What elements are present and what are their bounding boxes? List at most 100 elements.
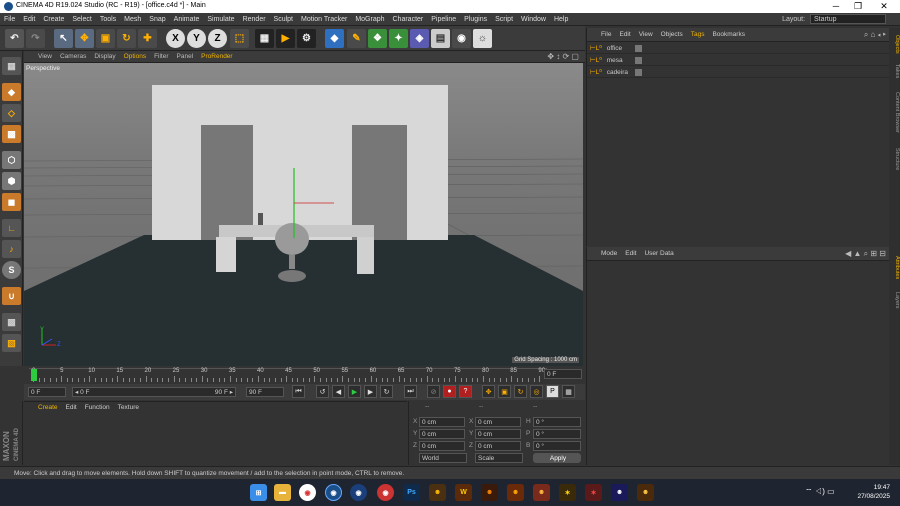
object-menu-bookmarks[interactable]: Bookmarks	[708, 28, 749, 42]
perspective-viewport[interactable]: Y Z Perspective Grid Spacing : 1000 cm	[24, 63, 583, 366]
object-row-office[interactable]: ⊢L⁰ office	[587, 43, 890, 54]
game-icon-1[interactable]: ☻	[429, 484, 446, 501]
recent-tools-icon[interactable]: ✚	[138, 29, 157, 48]
viewport-menu-view[interactable]: View	[34, 51, 56, 63]
layout-dropdown[interactable]: Startup	[810, 14, 886, 24]
start-frame-field[interactable]: 0 F	[28, 387, 66, 397]
tab-structure[interactable]: Structure	[889, 142, 900, 176]
subdivision-surface-icon[interactable]: ❖	[368, 29, 387, 48]
keyframe-selection-icon[interactable]: ?	[459, 385, 472, 398]
position-key-icon[interactable]: ✥	[482, 385, 495, 398]
game-icon-6[interactable]: ✶	[559, 484, 576, 501]
visibility-toggle-icon[interactable]	[635, 69, 642, 76]
workplane-mode-icon[interactable]: ▩	[2, 125, 21, 143]
menu-create[interactable]: Create	[39, 13, 68, 26]
object-row-cadeira[interactable]: ⊢L⁰ cadeira	[587, 67, 890, 78]
render-view-icon[interactable]: ▦	[255, 29, 274, 48]
viewport-menu-display[interactable]: Display	[90, 51, 119, 63]
attribute-menu-user-data[interactable]: User Data	[640, 247, 677, 261]
file-explorer-icon[interactable]: ▬	[274, 484, 291, 501]
size-mode-dropdown[interactable]: Scale	[475, 453, 523, 463]
game-icon-9[interactable]: ☻	[637, 484, 654, 501]
menu-help[interactable]: Help	[550, 13, 572, 26]
material-menu-create[interactable]: Create	[34, 402, 62, 414]
tab-content-browser[interactable]: Content Browser	[889, 84, 900, 140]
tab-objects[interactable]: Objects	[889, 30, 900, 58]
pla-key-icon[interactable]: P	[546, 385, 559, 398]
deformer-icon[interactable]: ◈	[410, 29, 429, 48]
points-mode-icon[interactable]: ⬡	[2, 151, 21, 169]
menu-select[interactable]: Select	[68, 13, 95, 26]
game-icon-7[interactable]: ✶	[585, 484, 602, 501]
tab-layers[interactable]: Layers	[889, 288, 900, 312]
tab-takes[interactable]: Takes	[889, 60, 900, 82]
close-button[interactable]: ✕	[870, 1, 898, 12]
viewport-menu-panel[interactable]: Panel	[173, 51, 198, 63]
rotation-key-icon[interactable]: ↻	[514, 385, 527, 398]
game-icon-5[interactable]: ☻	[533, 484, 550, 501]
edit-render-settings-icon[interactable]: ⚙	[297, 29, 316, 48]
rotate-tool-icon[interactable]: ↻	[117, 29, 136, 48]
menu-edit[interactable]: Edit	[19, 13, 39, 26]
move-tool-icon[interactable]: ✥	[75, 29, 94, 48]
coordinate-system-icon[interactable]: ⬚	[230, 29, 249, 48]
material-menu-texture[interactable]: Texture	[114, 402, 143, 414]
visibility-toggle-icon[interactable]	[635, 45, 642, 52]
menu-pipeline[interactable]: Pipeline	[427, 13, 460, 26]
cloner-icon[interactable]: ✦	[389, 29, 408, 48]
menu-file[interactable]: File	[0, 13, 19, 26]
magnet-icon[interactable]: ∪	[2, 287, 21, 305]
timeline-playhead[interactable]	[31, 369, 37, 381]
goto-start-icon[interactable]: ⏮	[292, 385, 305, 398]
tweak-mode-icon[interactable]: ♪	[2, 240, 21, 258]
frame-range-slider[interactable]: ◂ 0 F 90 F ▸	[72, 387, 236, 397]
photoshop-icon[interactable]: Ps	[403, 484, 420, 501]
tab-attributes[interactable]: Attributes	[889, 250, 900, 286]
current-frame-field[interactable]: 0 F	[544, 369, 582, 379]
size-x-field[interactable]: 0 cm	[475, 417, 521, 427]
object-menu-tags[interactable]: Tags	[687, 28, 709, 42]
viewport-menu-prorender[interactable]: ProRender	[197, 51, 236, 63]
menu-animate[interactable]: Animate	[170, 13, 204, 26]
viewport-menu-cameras[interactable]: Cameras	[56, 51, 90, 63]
pos-y-field[interactable]: 0 cm	[419, 429, 465, 439]
cinema4d-taskbar-icon[interactable]: ◉	[325, 484, 342, 501]
size-y-field[interactable]: 0 cm	[475, 429, 521, 439]
live-selection-icon[interactable]: ↖	[54, 29, 73, 48]
next-frame-icon[interactable]: ▶	[364, 385, 377, 398]
rot-p-field[interactable]: 0 °	[533, 429, 581, 439]
record-keys-icon[interactable]: ⊘	[427, 385, 440, 398]
pen-spline-icon[interactable]: ✎	[347, 29, 366, 48]
game-icon-4[interactable]: ☻	[507, 484, 524, 501]
menu-snap[interactable]: Snap	[145, 13, 169, 26]
viewport-nav-icons[interactable]: ✥ ↕ ⟳ ▢	[547, 52, 579, 61]
menu-plugins[interactable]: Plugins	[460, 13, 491, 26]
attribute-menu-edit[interactable]: Edit	[621, 247, 640, 261]
coord-system-dropdown[interactable]: World	[419, 453, 467, 463]
goto-end-icon[interactable]: ⏭	[404, 385, 417, 398]
attribute-nav-icons[interactable]: ◀ ▲ ⌕ ⊞ ⊟	[845, 249, 886, 259]
pos-x-field[interactable]: 0 cm	[419, 417, 465, 427]
timeline-ruler[interactable]: 051015202530354045505560657075808590 0 F	[24, 366, 585, 384]
material-menu-edit[interactable]: Edit	[62, 402, 81, 414]
menu-mesh[interactable]: Mesh	[120, 13, 145, 26]
chrome-icon[interactable]: ◉	[299, 484, 316, 501]
param-key-icon[interactable]: ◎	[530, 385, 543, 398]
autokey-icon[interactable]: ●	[443, 385, 456, 398]
game-icon-3[interactable]: ☻	[481, 484, 498, 501]
x-axis-lock-icon[interactable]: X	[166, 29, 185, 48]
play-icon[interactable]: ▶	[348, 385, 361, 398]
object-menu-edit[interactable]: Edit	[615, 28, 634, 42]
next-key-icon[interactable]: ↻	[380, 385, 393, 398]
menu-sculpt[interactable]: Sculpt	[270, 13, 297, 26]
size-z-field[interactable]: 0 cm	[475, 441, 521, 451]
object-name[interactable]: mesa	[607, 57, 623, 64]
cube-primitive-icon[interactable]: ◆	[325, 29, 344, 48]
lock-workplane-icon[interactable]: ▩	[2, 313, 21, 331]
viewport-menu-options[interactable]: Options	[120, 51, 150, 63]
material-menu-function[interactable]: Function	[81, 402, 114, 414]
object-menu-objects[interactable]: Objects	[657, 28, 687, 42]
texture-mode-icon[interactable]: ◇	[2, 104, 21, 122]
z-axis-lock-icon[interactable]: Z	[208, 29, 227, 48]
polygons-mode-icon[interactable]: ◼	[2, 193, 21, 211]
